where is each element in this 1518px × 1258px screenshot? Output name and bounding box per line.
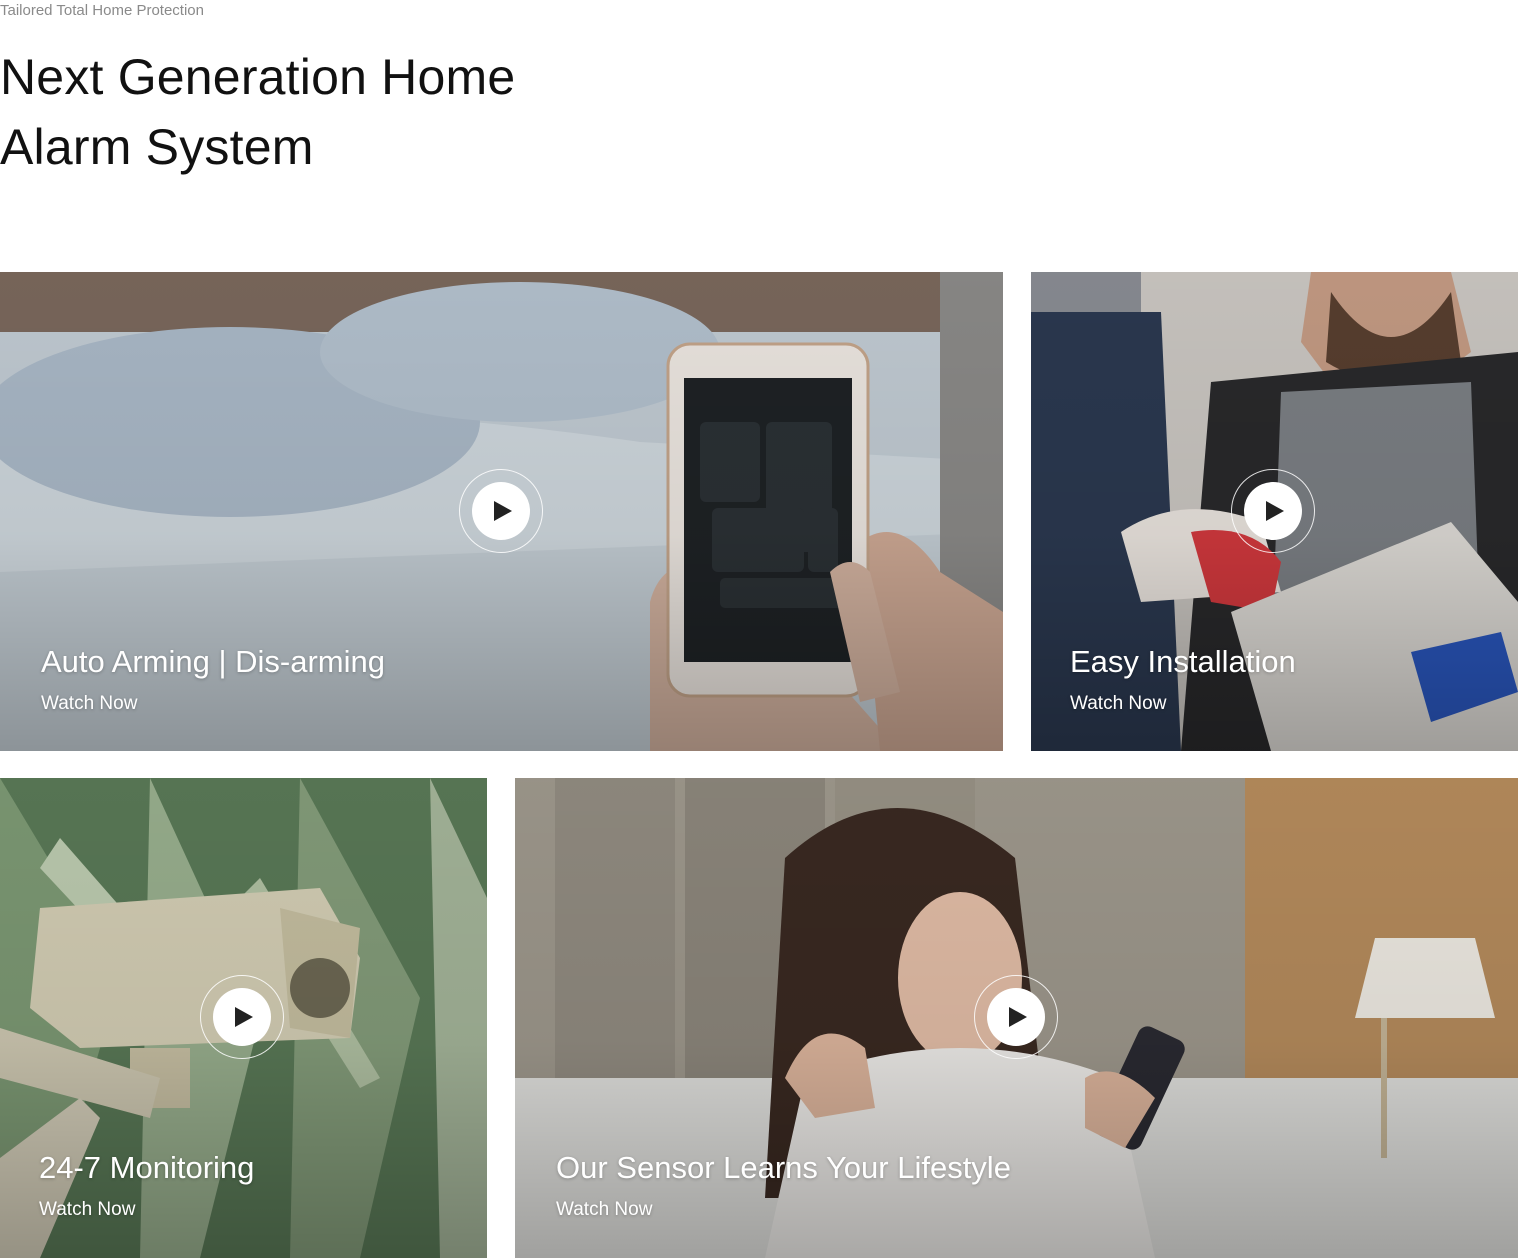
- watch-now-link[interactable]: Watch Now: [39, 1199, 135, 1221]
- card-title: Our Sensor Learns Your Lifestyle: [556, 1150, 1011, 1185]
- play-icon: [1244, 482, 1302, 540]
- play-button[interactable]: [459, 469, 543, 553]
- play-icon: [213, 988, 271, 1046]
- video-card-auto-arming[interactable]: Auto Arming | Dis-arming Watch Now: [0, 272, 1003, 751]
- video-card-monitoring[interactable]: 24-7 Monitoring Watch Now: [0, 778, 487, 1258]
- video-card-easy-installation[interactable]: Easy Installation Watch Now: [1031, 272, 1518, 751]
- play-icon: [987, 988, 1045, 1046]
- page-title: Next Generation Home Alarm System: [0, 49, 516, 175]
- video-card-sensor-lifestyle[interactable]: Our Sensor Learns Your Lifestyle Watch N…: [515, 778, 1518, 1258]
- play-icon: [472, 482, 530, 540]
- watch-now-link[interactable]: Watch Now: [41, 693, 137, 715]
- watch-now-link[interactable]: Watch Now: [556, 1199, 652, 1221]
- play-button[interactable]: [200, 975, 284, 1059]
- card-title: Easy Installation: [1070, 644, 1296, 679]
- hero-eyebrow: Tailored Total Home Protection: [0, 2, 204, 19]
- play-button[interactable]: [974, 975, 1058, 1059]
- card-title: Auto Arming | Dis-arming: [41, 644, 385, 679]
- watch-now-link[interactable]: Watch Now: [1070, 693, 1166, 715]
- card-title: 24-7 Monitoring: [39, 1150, 255, 1185]
- play-button[interactable]: [1231, 469, 1315, 553]
